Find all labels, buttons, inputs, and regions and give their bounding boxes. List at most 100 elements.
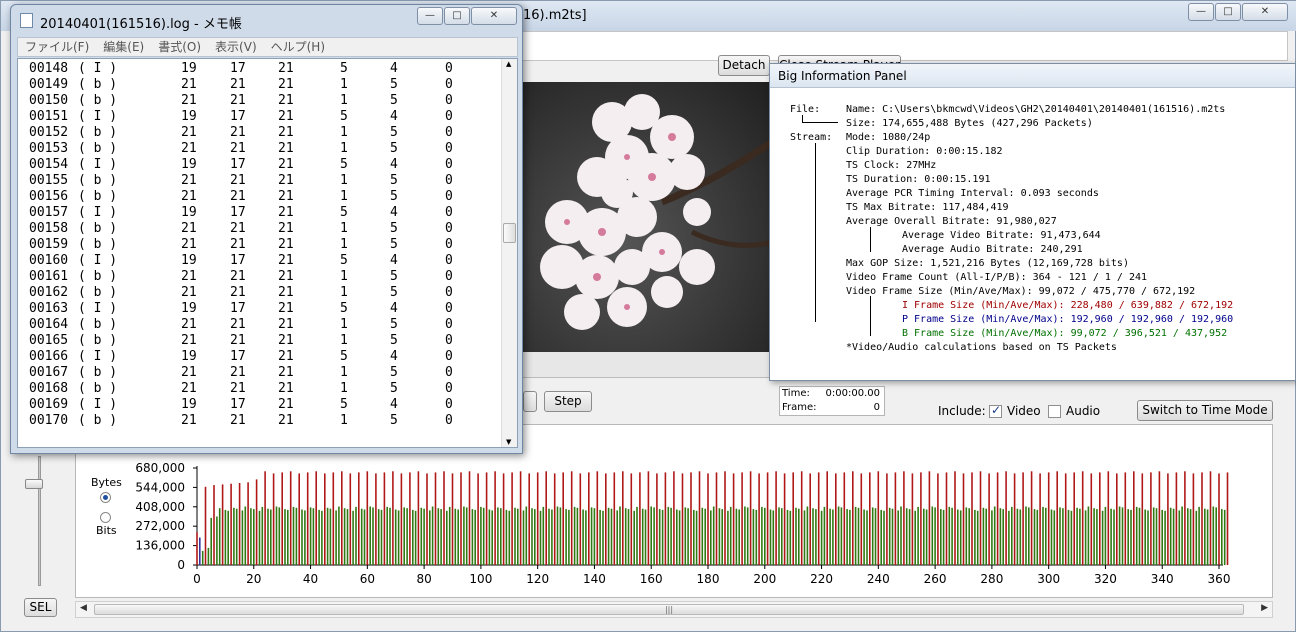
log-cell: 5 <box>390 317 398 332</box>
log-cell: 1 <box>340 365 348 380</box>
notepad-titlebar[interactable]: 20140401(161516).log - メモ帳 — □ ✕ <box>11 5 522 35</box>
log-cell: 5 <box>390 381 398 396</box>
close-icon[interactable]: ✕ <box>1242 3 1288 21</box>
bits-label: Bits <box>96 524 117 537</box>
x-tick-label: 300 <box>1037 572 1060 586</box>
log-row: 00148 ( I ) 19 17 21 5 4 0 <box>18 61 498 77</box>
info-p-frame-size: P Frame Size (Min/Ave/Max): 192,960 / 19… <box>902 314 1234 325</box>
log-cell: 4 <box>390 157 398 172</box>
log-cell: 17 <box>230 109 246 124</box>
log-cell: 21 <box>278 269 294 284</box>
bits-radio[interactable] <box>100 512 111 523</box>
info-frame-size: Video Frame Size (Min/Ave/Max): 99,072 /… <box>846 286 1196 297</box>
info-avg-video-bitrate: Average Video Bitrate: 91,473,644 <box>902 230 1101 241</box>
info-clip-duration: Clip Duration: 0:00:15.182 <box>846 146 1003 157</box>
scroll-down-icon[interactable]: ▼ <box>506 438 511 446</box>
menu-view[interactable]: 表示(V) <box>208 38 264 56</box>
log-cell: 0 <box>445 349 453 364</box>
log-cell: 1 <box>340 269 348 284</box>
info-ts-duration: TS Duration: 0:00:15.191 <box>846 174 991 185</box>
log-cell: 5 <box>340 157 348 172</box>
log-cell: 4 <box>390 397 398 412</box>
y-tick-label: 408,000 <box>135 500 185 514</box>
log-cell: 4 <box>390 109 398 124</box>
minimize-icon[interactable]: — <box>1188 3 1214 21</box>
log-cell: 21 <box>230 413 246 428</box>
log-cell: 5 <box>390 269 398 284</box>
video-checkbox[interactable]: ✓ <box>989 403 1002 418</box>
log-cell: 00168 <box>29 381 69 396</box>
time-label: Time: <box>782 388 810 399</box>
x-tick-label: 20 <box>246 572 261 586</box>
notepad-vertical-scrollbar[interactable]: ▲ ▼ <box>501 59 517 447</box>
log-cell: 0 <box>445 93 453 108</box>
log-cell: ( I ) <box>78 349 118 364</box>
log-cell: 00149 <box>29 77 69 92</box>
log-cell: 4 <box>390 61 398 76</box>
log-cell: ( b ) <box>78 285 118 300</box>
bytes-radio[interactable] <box>100 492 111 503</box>
log-cell: 21 <box>230 237 246 252</box>
notepad-menubar: ファイル(F) 編集(E) 書式(O) 表示(V) ヘルプ(H) <box>17 37 518 57</box>
x-tick-label: 160 <box>640 572 663 586</box>
log-cell: 21 <box>181 125 197 140</box>
zoom-slider-track[interactable] <box>38 456 41 586</box>
log-cell: 00163 <box>29 301 69 316</box>
maximize-icon[interactable]: □ <box>1215 3 1241 21</box>
log-cell: 5 <box>390 93 398 108</box>
frame-label: Frame: <box>782 402 817 413</box>
menu-edit[interactable]: 編集(E) <box>96 38 151 56</box>
toolbar-strip <box>516 31 1288 61</box>
log-cell: 0 <box>445 333 453 348</box>
log-cell: 5 <box>340 61 348 76</box>
previous-frame-button[interactable] <box>523 391 537 412</box>
y-tick-label: 272,000 <box>135 519 185 533</box>
log-cell: ( b ) <box>78 141 118 156</box>
log-cell: 21 <box>230 189 246 204</box>
menu-format[interactable]: 書式(O) <box>151 38 208 56</box>
audio-checkbox[interactable] <box>1048 405 1061 418</box>
log-cell: 00161 <box>29 269 69 284</box>
x-tick-label: 220 <box>810 572 833 586</box>
info-file-size: Size: 174,655,488 Bytes (427,296 Packets… <box>846 118 1093 129</box>
switch-time-mode-button[interactable]: Switch to Time Mode <box>1137 400 1273 421</box>
notepad-text-area[interactable]: 00148( I ) 19 17 21 5 4 0 00149( b ) 21 21 21 1 5 0 00… <box>17 58 518 448</box>
log-row: 00151 ( I ) 19 17 21 5 4 0 <box>18 109 498 125</box>
log-cell: 0 <box>445 189 453 204</box>
log-cell: 00152 <box>29 125 69 140</box>
log-cell: 5 <box>340 253 348 268</box>
step-button[interactable]: Step <box>544 391 592 412</box>
log-cell: 1 <box>340 333 348 348</box>
log-cell: 21 <box>230 333 246 348</box>
chart-horizontal-scrollbar[interactable]: ◀ ||| ▶ <box>75 601 1273 618</box>
log-cell: ( b ) <box>78 173 118 188</box>
log-cell: 00169 <box>29 397 69 412</box>
notepad-maximize-icon[interactable]: □ <box>444 7 470 25</box>
detach-button[interactable]: Detach <box>718 55 770 76</box>
scroll-up-icon[interactable]: ▲ <box>506 60 511 68</box>
log-cell: 0 <box>445 397 453 412</box>
scroll-right-icon[interactable]: ▶ <box>1261 603 1268 613</box>
notepad-minimize-icon[interactable]: — <box>417 7 443 25</box>
notepad-scroll-thumb[interactable] <box>503 223 516 243</box>
menu-file[interactable]: ファイル(F) <box>18 38 96 56</box>
log-cell: 21 <box>230 93 246 108</box>
info-footnote: *Video/Audio calculations based on TS Pa… <box>846 342 1117 353</box>
notepad-close-icon[interactable]: ✕ <box>471 7 517 25</box>
log-cell: 0 <box>445 365 453 380</box>
x-tick-label: 40 <box>303 572 318 586</box>
log-cell: 5 <box>390 413 398 428</box>
log-cell: 0 <box>445 141 453 156</box>
info-panel-title[interactable]: Big Information Panel <box>770 64 1295 88</box>
scroll-left-icon[interactable]: ◀ <box>80 603 87 613</box>
log-cell: 1 <box>340 317 348 332</box>
log-row: 00163 ( I ) 19 17 21 5 4 0 <box>18 301 498 317</box>
chart-scroll-thumb[interactable]: ||| <box>94 604 1244 615</box>
menu-help[interactable]: ヘルプ(H) <box>264 38 332 56</box>
log-cell: 0 <box>445 109 453 124</box>
sel-button[interactable]: SEL <box>24 598 57 617</box>
zoom-slider-thumb[interactable] <box>25 479 43 489</box>
log-cell: 21 <box>278 301 294 316</box>
log-row: 00159 ( b ) 21 21 21 1 5 0 <box>18 237 498 253</box>
log-cell: 1 <box>340 413 348 428</box>
